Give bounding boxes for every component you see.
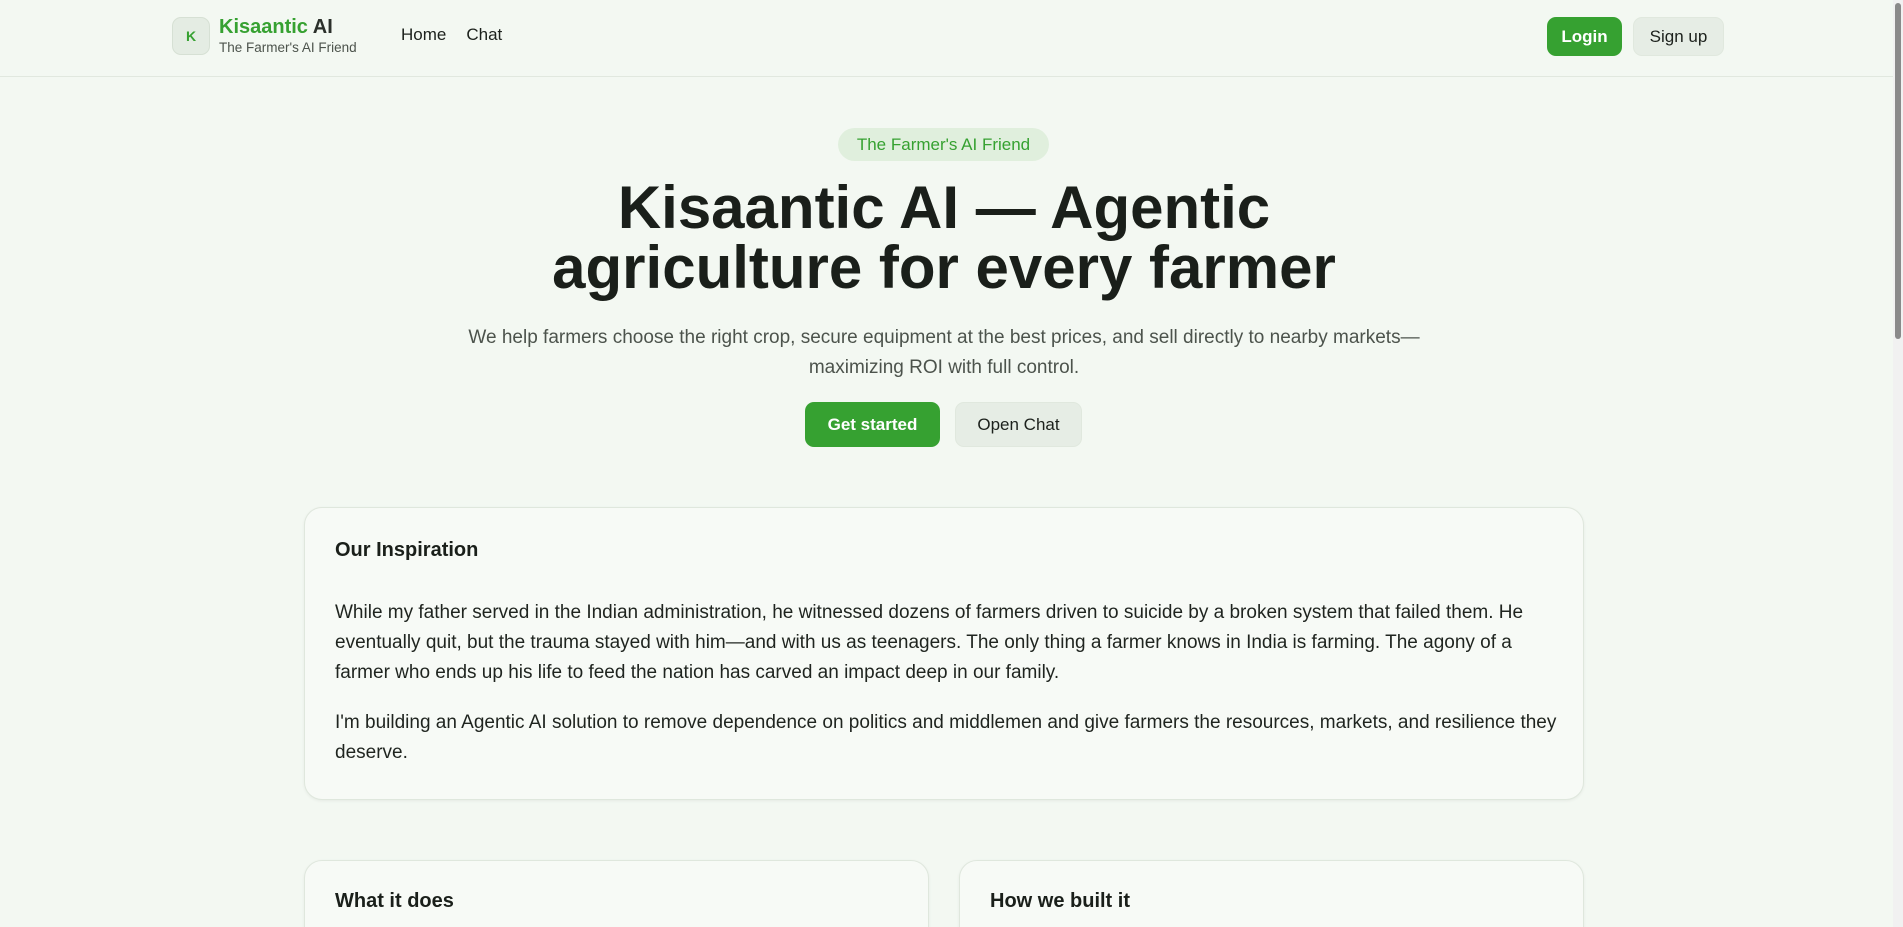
logo-icon[interactable]: K [172, 17, 210, 55]
brand-name: Kisaantic AI [219, 15, 357, 39]
hero-badge: The Farmer's AI Friend [838, 128, 1049, 161]
hero-subtitle: We help farmers choose the right crop, s… [0, 323, 1888, 383]
nav-link-chat[interactable]: Chat [466, 25, 502, 45]
hero-subtitle-line-2: maximizing ROI with full control. [808, 357, 1080, 378]
how-we-built-it-title: How we built it [990, 890, 1130, 912]
hero-title-line-2: agriculture for every farmer [552, 234, 1336, 301]
get-started-button[interactable]: Get started [805, 402, 940, 447]
inspiration-card: Our Inspiration While my father served i… [304, 507, 1584, 800]
inspiration-title: Our Inspiration [335, 539, 479, 561]
nav-link-home[interactable]: Home [401, 25, 446, 45]
brand[interactable]: Kisaantic AI The Farmer's AI Friend [219, 15, 357, 57]
brand-tagline: The Farmer's AI Friend [219, 40, 357, 55]
what-it-does-card: What it does [304, 860, 929, 927]
hero-subtitle-line-1: We help farmers choose the right crop, s… [468, 327, 1420, 348]
top-navigation-bar: K Kisaantic AI The Farmer's AI Friend Ho… [0, 0, 1893, 77]
how-we-built-it-card: How we built it [959, 860, 1584, 927]
inspiration-paragraph-2: I'm building an Agentic AI solution to r… [335, 712, 1557, 763]
inspiration-body: While my father served in the Indian adm… [335, 598, 1560, 788]
hero-title: Kisaantic AI — Agentic agriculture for e… [0, 178, 1888, 298]
logo-letter: K [185, 28, 197, 44]
brand-name-accent: Kisaantic [219, 16, 308, 38]
signup-button[interactable]: Sign up [1633, 17, 1724, 56]
main-nav: Home Chat [401, 25, 502, 45]
what-it-does-title: What it does [335, 890, 454, 912]
login-button[interactable]: Login [1547, 17, 1622, 56]
open-chat-button[interactable]: Open Chat [955, 402, 1082, 447]
hero-title-line-1: Kisaantic AI — Agentic [617, 174, 1271, 241]
scrollbar-thumb[interactable] [1895, 3, 1901, 339]
inspiration-paragraph-1: While my father served in the Indian adm… [335, 602, 1524, 683]
brand-name-rest: AI [307, 16, 333, 38]
